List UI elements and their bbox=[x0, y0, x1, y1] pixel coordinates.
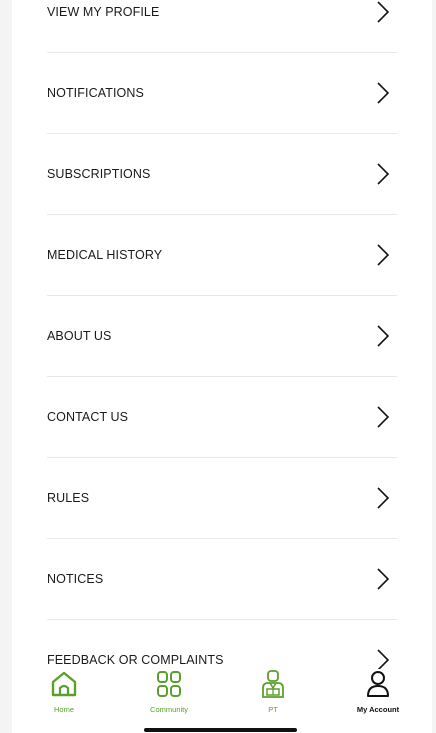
account-menu-list: VIEW MY PROFILE NOTIFICATIONS SUBSCRIPTI… bbox=[47, 0, 397, 701]
chevron-right-icon bbox=[377, 82, 389, 104]
tab-label: Community bbox=[150, 705, 188, 714]
menu-item-label: NOTICES bbox=[47, 572, 104, 586]
tab-label: My Account bbox=[356, 705, 400, 714]
tab-home[interactable]: Home bbox=[24, 669, 104, 715]
tab-my-account[interactable]: My Account bbox=[338, 669, 418, 715]
menu-item-label: RULES bbox=[47, 491, 90, 505]
tab-label: Home bbox=[53, 705, 74, 714]
menu-item-medical-history[interactable]: MEDICAL HISTORY bbox=[47, 215, 397, 296]
menu-item-notices[interactable]: NOTICES bbox=[47, 539, 397, 620]
menu-item-label: MEDICAL HISTORY bbox=[47, 248, 163, 262]
chevron-right-icon bbox=[377, 649, 389, 671]
tab-pt[interactable]: PT bbox=[233, 669, 313, 715]
menu-item-rules[interactable]: RULES bbox=[47, 458, 397, 539]
trainer-icon bbox=[262, 670, 284, 698]
chevron-right-icon bbox=[377, 568, 389, 590]
chevron-right-icon bbox=[377, 406, 389, 428]
chevron-right-icon bbox=[377, 163, 389, 185]
tab-label: PT bbox=[268, 705, 278, 714]
menu-item-subscriptions[interactable]: SUBSCRIPTIONS bbox=[47, 134, 397, 215]
chevron-right-icon bbox=[377, 325, 389, 347]
account-icon bbox=[367, 671, 389, 697]
home-indicator[interactable] bbox=[144, 728, 297, 732]
bottom-tab-bar: Home Community PT My Account bbox=[12, 669, 432, 733]
chevron-right-icon bbox=[377, 244, 389, 266]
menu-item-label: NOTIFICATIONS bbox=[47, 86, 144, 100]
menu-item-label: CONTACT US bbox=[47, 410, 129, 424]
menu-item-label: VIEW MY PROFILE bbox=[47, 5, 160, 19]
menu-item-label: ABOUT US bbox=[47, 329, 112, 343]
menu-item-about-us[interactable]: ABOUT US bbox=[47, 296, 397, 377]
chevron-right-icon bbox=[377, 487, 389, 509]
home-icon bbox=[51, 671, 77, 697]
menu-item-notifications[interactable]: NOTIFICATIONS bbox=[47, 53, 397, 134]
chevron-right-icon bbox=[377, 1, 389, 23]
community-icon bbox=[157, 671, 181, 697]
menu-item-contact-us[interactable]: CONTACT US bbox=[47, 377, 397, 458]
menu-item-view-profile[interactable]: VIEW MY PROFILE bbox=[47, 0, 397, 53]
menu-item-label: FEEDBACK OR COMPLAINTS bbox=[47, 653, 224, 667]
menu-item-label: SUBSCRIPTIONS bbox=[47, 167, 151, 181]
tab-community[interactable]: Community bbox=[129, 669, 209, 715]
